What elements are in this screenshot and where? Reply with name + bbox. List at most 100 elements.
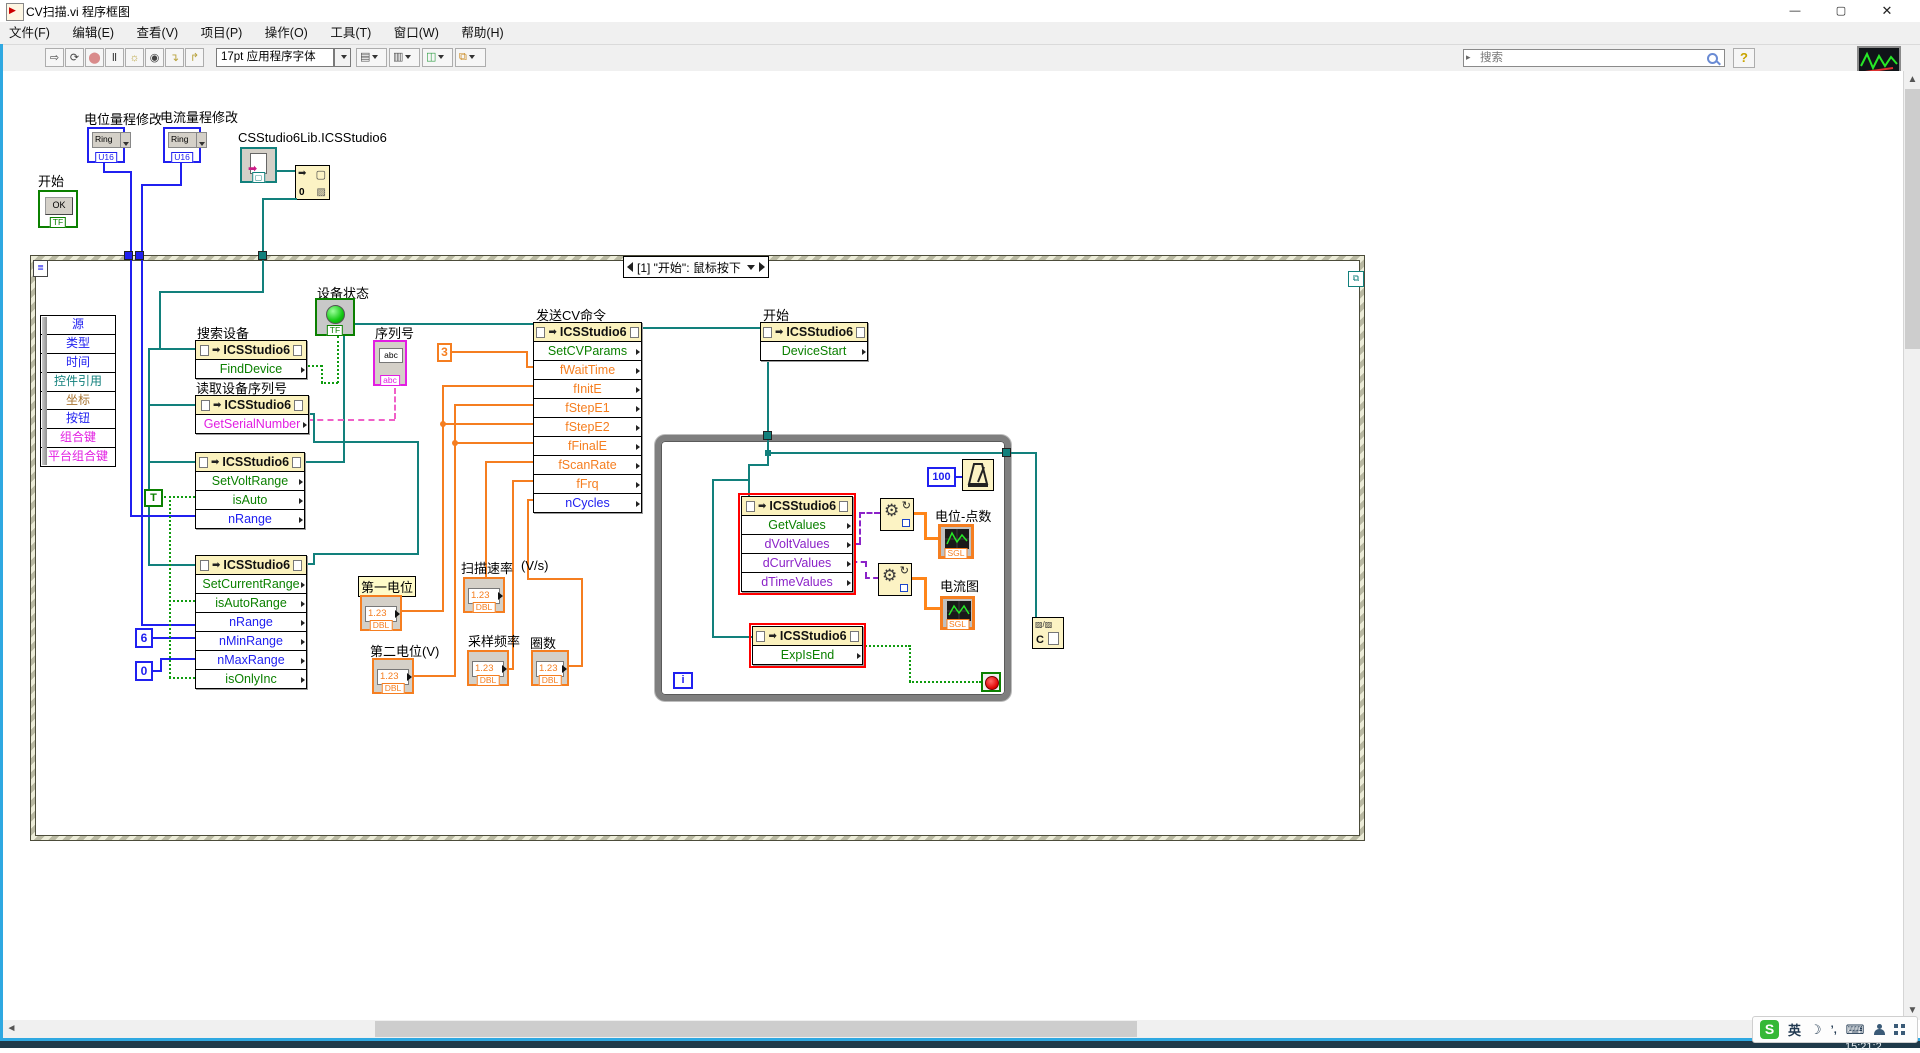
label-start-control[interactable]: 开始 bbox=[38, 171, 64, 190]
class-refnum-control[interactable]: ➡ ▢ bbox=[240, 147, 277, 183]
convert-data-node-volt[interactable]: ⚙ ↻ bbox=[880, 498, 914, 531]
close-reference-node[interactable]: ▨/▨ C bbox=[1032, 617, 1064, 649]
maximize-button[interactable]: ▢ bbox=[1818, 0, 1864, 22]
invoke-node-get-serial[interactable]: ➡ICSStudio6 GetSerialNumber bbox=[195, 395, 309, 434]
invoke-row[interactable]: DeviceStart bbox=[761, 342, 867, 360]
invoke-row[interactable]: dTimeValues bbox=[742, 573, 852, 591]
label-scan-rate-unit[interactable]: (V/s) bbox=[521, 558, 548, 573]
invoke-row[interactable]: SetCurrentRange bbox=[196, 575, 306, 594]
true-constant[interactable]: T bbox=[144, 489, 163, 507]
menu-project[interactable]: 项目(P) bbox=[192, 22, 252, 44]
invoke-row[interactable]: nMaxRange bbox=[196, 651, 306, 670]
invoke-row[interactable]: nRange bbox=[196, 613, 306, 632]
label-pot-points[interactable]: 电位-点数 bbox=[935, 506, 991, 525]
loop-stop-terminal[interactable] bbox=[981, 672, 1001, 692]
step-into-button[interactable]: ↴ bbox=[165, 48, 184, 67]
menu-window[interactable]: 窗口(W) bbox=[385, 22, 448, 44]
event-data-item[interactable]: 类型 bbox=[41, 335, 115, 354]
menu-operate[interactable]: 操作(O) bbox=[256, 22, 317, 44]
ime-account-icon[interactable] bbox=[1874, 1024, 1885, 1035]
vertical-scrollbar[interactable]: ▲ ▼ bbox=[1903, 71, 1920, 1020]
menu-help[interactable]: 帮助(H) bbox=[452, 22, 512, 44]
step-over-button[interactable]: ↱ bbox=[185, 48, 204, 67]
menu-tools[interactable]: 工具(T) bbox=[321, 22, 380, 44]
ring-control-pot-range[interactable]: Ring U16 bbox=[87, 127, 125, 163]
max-range-constant[interactable]: 0 bbox=[135, 661, 153, 681]
invoke-row[interactable]: isAutoRange bbox=[196, 594, 306, 613]
serial-string-indicator[interactable]: abc abc bbox=[373, 340, 407, 386]
convert-data-node-current[interactable]: ⚙ ↻ bbox=[878, 563, 912, 596]
horizontal-scrollbar[interactable]: ◄ ► bbox=[3, 1020, 1903, 1038]
next-case-icon[interactable] bbox=[759, 262, 765, 272]
invoke-row[interactable]: ExpIsEnd bbox=[753, 646, 862, 664]
search-input[interactable] bbox=[1478, 51, 1692, 65]
min-range-constant[interactable]: 6 bbox=[135, 628, 153, 648]
horizontal-scroll-thumb[interactable] bbox=[375, 1021, 1137, 1037]
label-current-graph[interactable]: 电流图 bbox=[940, 576, 979, 595]
ring-dropdown-icon[interactable] bbox=[120, 132, 131, 148]
ime-toolbox-icon[interactable] bbox=[1894, 1024, 1905, 1035]
run-button[interactable]: ⇨ bbox=[45, 48, 64, 67]
label-first-pot[interactable]: 第一电位 bbox=[358, 576, 416, 597]
event-data-item[interactable]: 组合键 bbox=[41, 429, 115, 448]
ms-timer-constant[interactable]: 100 bbox=[927, 467, 956, 487]
invoke-row[interactable]: nRange bbox=[196, 510, 304, 528]
event-data-node[interactable]: 源 类型 时间 控件引用 坐标 按钮 组合键 平台组合键 bbox=[40, 315, 116, 467]
invoke-node-set-volt-range[interactable]: ➡ICSStudio6 SetVoltRange isAuto nRange bbox=[195, 452, 305, 529]
label-sample-freq[interactable]: 采样频率 bbox=[468, 631, 520, 650]
scroll-up-icon[interactable]: ▲ bbox=[1904, 71, 1920, 89]
invoke-row[interactable]: SetVoltRange bbox=[196, 472, 304, 491]
invoke-row[interactable]: nMinRange bbox=[196, 632, 306, 651]
event-data-item[interactable]: 平台组合键 bbox=[41, 448, 115, 466]
label-class-ref[interactable]: CSStudio6Lib.ICSStudio6 bbox=[238, 130, 387, 145]
vertical-scroll-thumb[interactable] bbox=[1905, 89, 1920, 349]
invoke-node-find-device[interactable]: ➡ICSStudio6 FindDevice bbox=[195, 340, 307, 379]
first-pot-control[interactable]: 1.23 DBL bbox=[360, 595, 402, 631]
resize-objects-button[interactable]: ◫ bbox=[422, 48, 453, 67]
invoke-row[interactable]: GetSerialNumber bbox=[196, 415, 308, 433]
ime-language-toggle[interactable]: 英 bbox=[1788, 1020, 1801, 1039]
font-selector-dropdown-icon[interactable] bbox=[334, 48, 351, 67]
invoke-row[interactable]: fFrq bbox=[534, 475, 641, 494]
ime-punctuation-icon[interactable]: ’, bbox=[1831, 1024, 1837, 1036]
ring-control-cur-range[interactable]: Ring U16 bbox=[163, 127, 201, 163]
invoke-row[interactable]: fStepE2 bbox=[534, 418, 641, 437]
prev-case-icon[interactable] bbox=[627, 262, 633, 272]
wait-time-constant[interactable]: 3 bbox=[437, 343, 452, 362]
invoke-node-set-current-range[interactable]: ➡ICSStudio6 SetCurrentRange isAutoRange … bbox=[195, 555, 307, 689]
case-dropdown-icon[interactable] bbox=[747, 265, 755, 270]
pause-button[interactable]: Ⅱ bbox=[105, 48, 124, 67]
invoke-row[interactable]: isOnlyInc bbox=[196, 670, 306, 688]
automation-open-node[interactable]: ➡ ▢ 0 ▨ bbox=[295, 165, 330, 200]
invoke-row[interactable]: GetValues bbox=[742, 516, 852, 535]
invoke-row[interactable]: fStepE1 bbox=[534, 399, 641, 418]
align-objects-button[interactable]: ▤ bbox=[356, 48, 387, 67]
pot-points-graph-terminal[interactable]: SGL bbox=[938, 524, 974, 559]
help-button[interactable]: ? bbox=[1733, 48, 1755, 68]
sample-freq-control[interactable]: 1.23 DBL bbox=[467, 650, 509, 686]
ime-fullwidth-icon[interactable]: ☽ bbox=[1810, 1022, 1822, 1038]
invoke-row[interactable]: dCurrValues bbox=[742, 554, 852, 573]
run-continuous-button[interactable]: ⟳ bbox=[65, 48, 84, 67]
menu-edit[interactable]: 编辑(E) bbox=[63, 22, 123, 44]
minimize-button[interactable]: — bbox=[1772, 0, 1818, 22]
sogou-logo-icon[interactable]: S bbox=[1760, 1020, 1779, 1039]
invoke-row[interactable]: FindDevice bbox=[196, 360, 306, 378]
current-graph-terminal[interactable]: SGL bbox=[940, 596, 975, 630]
invoke-node-exp-is-end[interactable]: ➡ICSStudio6 ExpIsEnd bbox=[752, 626, 863, 665]
highlight-execution-button[interactable]: ☼ bbox=[125, 48, 144, 67]
label-cur-range[interactable]: 电流量程修改 bbox=[160, 107, 238, 126]
distribute-objects-button[interactable]: ▥ bbox=[389, 48, 420, 67]
invoke-row[interactable]: isAuto bbox=[196, 491, 304, 510]
event-data-item[interactable]: 控件引用 bbox=[41, 373, 115, 392]
device-status-led[interactable]: TF bbox=[315, 298, 355, 336]
event-data-item[interactable]: 源 bbox=[41, 316, 115, 335]
invoke-node-device-start[interactable]: ➡ICSStudio6 DeviceStart bbox=[760, 322, 868, 361]
cycles-control[interactable]: 1.23 DBL bbox=[531, 650, 569, 686]
ring-value[interactable]: Ring bbox=[92, 132, 122, 148]
invoke-row[interactable]: dVoltValues bbox=[742, 535, 852, 554]
scan-rate-control[interactable]: 1.23 DBL bbox=[463, 577, 505, 613]
retain-wire-values-button[interactable]: ◉ bbox=[145, 48, 164, 67]
label-scan-rate[interactable]: 扫描速率 bbox=[461, 558, 513, 577]
event-structure-selector[interactable]: [1] "开始": 鼠标按下 bbox=[623, 256, 769, 278]
